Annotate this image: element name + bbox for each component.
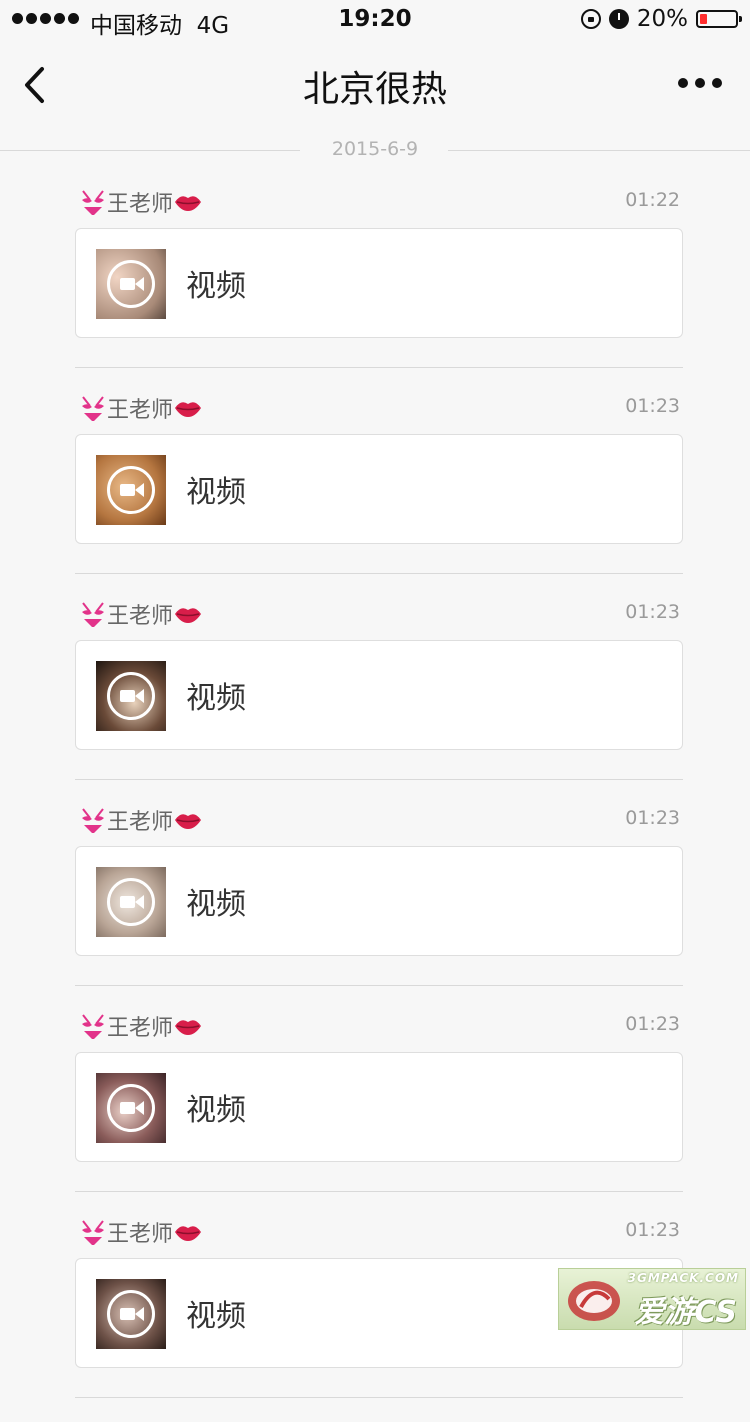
status-bar: 中国移动 4G 19:20 20% <box>0 0 750 40</box>
lips-emoji-icon <box>175 402 202 417</box>
battery-icon <box>696 10 742 28</box>
message-item: 王老师 01:23 视频 <box>75 804 683 1010</box>
watermark-url: 3GMPACK.COM <box>627 1271 739 1285</box>
lips-emoji-icon <box>175 1020 202 1035</box>
bikini-emoji-icon <box>82 808 104 833</box>
video-camera-icon <box>107 1290 155 1338</box>
message-item: 王老师 01:22 视频 <box>75 186 683 392</box>
page-title: 北京很热 <box>302 69 447 110</box>
bikini-emoji-icon <box>82 1014 104 1039</box>
video-card[interactable]: 视频 <box>75 640 683 750</box>
bikini-emoji-icon <box>82 190 104 215</box>
message-item: 王老师 01:23 视频 <box>75 392 683 598</box>
message-item: 王老师 01:23 视频 <box>75 598 683 804</box>
message-time: 01:22 <box>625 189 680 211</box>
rotation-lock-icon <box>580 9 601 29</box>
video-label: 视频 <box>186 269 246 304</box>
message-time: 01:23 <box>625 1219 680 1241</box>
video-card[interactable]: 视频 <box>75 846 683 956</box>
video-card[interactable]: 视频 <box>75 228 683 338</box>
sender-label: 王老师 <box>107 398 174 423</box>
lips-emoji-icon <box>175 608 202 623</box>
message-separator <box>75 779 683 780</box>
message-time: 01:23 <box>625 807 680 829</box>
sender-label: 王老师 <box>107 604 174 629</box>
lips-emoji-icon <box>175 196 202 211</box>
sender-name[interactable]: 王老师 <box>79 1216 203 1248</box>
video-camera-icon <box>107 466 155 514</box>
video-camera-icon <box>107 1084 155 1132</box>
video-thumbnail <box>96 1279 166 1349</box>
message-separator <box>75 573 683 574</box>
video-camera-icon <box>107 878 155 926</box>
bikini-emoji-icon <box>82 1220 104 1245</box>
video-thumbnail <box>96 455 166 525</box>
video-label: 视频 <box>186 1299 246 1334</box>
message-time: 01:23 <box>625 395 680 417</box>
watermark-emblem-icon <box>568 1281 620 1321</box>
alarm-icon <box>608 9 629 29</box>
video-card[interactable]: 视频 <box>75 1052 683 1162</box>
date-label: 2015-6-9 <box>331 138 419 160</box>
sender-label: 王老师 <box>107 1222 174 1247</box>
sender-name[interactable]: 王老师 <box>79 392 203 424</box>
message-time: 01:23 <box>625 601 680 623</box>
watermark-brand: 爱游CS <box>634 1295 737 1330</box>
sender-name[interactable]: 王老师 <box>79 598 203 630</box>
message-separator <box>75 367 683 368</box>
lips-emoji-icon <box>175 814 202 829</box>
sender-label: 王老师 <box>107 192 174 217</box>
date-divider: 2015-6-9 <box>0 138 750 162</box>
video-thumbnail <box>96 867 166 937</box>
sender-label: 王老师 <box>107 1016 174 1041</box>
sender-name[interactable]: 王老师 <box>79 804 203 836</box>
lips-emoji-icon <box>175 1226 202 1241</box>
bikini-emoji-icon <box>82 602 104 627</box>
video-thumbnail <box>96 249 166 319</box>
video-label: 视频 <box>186 1093 246 1128</box>
video-camera-icon <box>107 672 155 720</box>
video-thumbnail <box>96 661 166 731</box>
sender-name[interactable]: 王老师 <box>79 1010 203 1042</box>
bikini-emoji-icon <box>82 396 104 421</box>
video-label: 视频 <box>186 887 246 922</box>
battery-percent: 20% <box>636 6 688 32</box>
message-item: 王老师 01:23 视频 <box>75 1010 683 1216</box>
message-separator <box>75 1191 683 1192</box>
message-time: 01:23 <box>625 1013 680 1035</box>
sender-label: 王老师 <box>107 810 174 835</box>
message-separator <box>75 1397 683 1398</box>
sender-name[interactable]: 王老师 <box>79 186 203 218</box>
video-card[interactable]: 视频 <box>75 434 683 544</box>
battery-level-fill <box>700 14 707 24</box>
message-separator <box>75 985 683 986</box>
video-camera-icon <box>107 260 155 308</box>
video-thumbnail <box>96 1073 166 1143</box>
video-label: 视频 <box>186 681 246 716</box>
nav-bar: 北京很热 <box>0 40 750 130</box>
video-label: 视频 <box>186 475 246 510</box>
more-dots-icon[interactable] <box>678 78 722 88</box>
watermark-logo: 3GMPACK.COM 爱游CS <box>558 1268 746 1330</box>
